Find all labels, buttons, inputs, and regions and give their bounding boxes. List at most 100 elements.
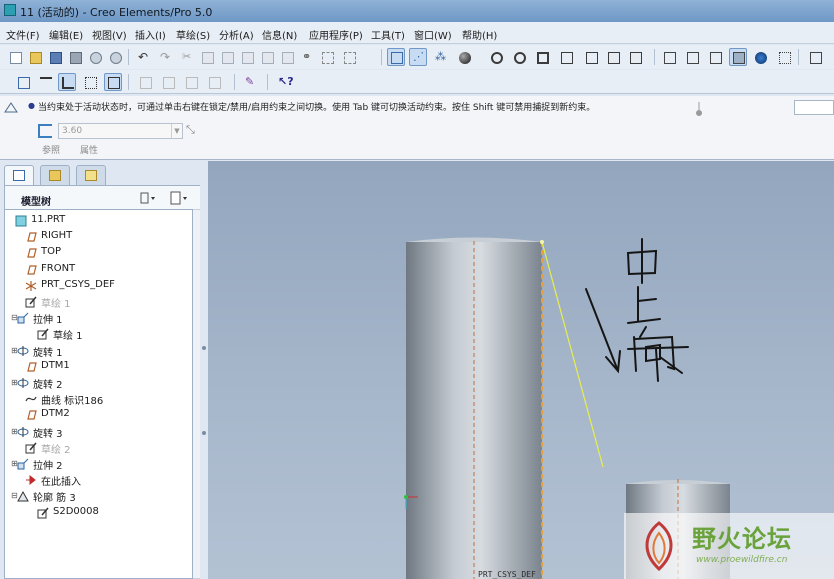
sketch-tool-button[interactable] [806,48,824,66]
vertex-display-icon [108,77,120,89]
graphics-window[interactable]: PRT_CSYS_DEF 野火论坛 www.proewildfire.cn [208,161,834,579]
datum-axes-toggle[interactable]: ⋰ [409,48,427,66]
copy-button[interactable] [198,48,216,66]
sketch-line[interactable] [541,241,604,468]
settings-dropdown[interactable] [139,191,159,205]
model-tree: 11.PRT RIGHT TOP FRONT PRT_CSYS_DEF 草绘 1 ⊟ 拉伸 1… [4,209,193,579]
enhanced-realism-button[interactable] [751,48,769,66]
appearance-button[interactable] [775,48,793,66]
sketch-vertex[interactable] [540,240,544,244]
show-dropdown[interactable] [169,191,189,205]
hidden-line-button[interactable] [683,48,701,66]
context-help-button[interactable]: ↖? [274,73,294,91]
layers-button[interactable] [604,48,622,66]
print-icon [70,52,82,64]
diag-tool-4-button[interactable] [205,73,223,91]
menu-applications[interactable]: 应用程序(P) [309,27,363,42]
dimension-display-toggle[interactable] [36,73,54,91]
menu-tools[interactable]: 工具(T) [371,27,405,42]
grid-display-toggle[interactable] [81,73,99,91]
folder-open-icon [30,52,42,64]
tab-model-tree[interactable] [4,165,34,186]
chevron-down-icon[interactable]: ▼ [171,124,182,138]
select-mode-button[interactable] [340,48,358,66]
saved-views-button[interactable] [582,48,600,66]
menu-file[interactable]: 文件(F) [6,27,40,42]
regenerate-manager-button[interactable] [278,48,296,66]
view-manager-button[interactable] [626,48,644,66]
constraint-display-toggle[interactable] [58,73,76,91]
tab-references[interactable]: 参照 [42,143,60,156]
tab-favorites[interactable] [76,165,106,185]
diag-tool-2-button[interactable] [159,73,177,91]
tree-item-label: TOP [41,246,62,258]
watermark-logo-icon [645,521,673,572]
dimension-value-input[interactable]: 3.60 ▼ [58,123,183,139]
paste-button[interactable] [218,48,236,66]
no-hidden-button[interactable] [706,48,724,66]
datum-planes-toggle[interactable] [387,48,405,66]
redo-button[interactable]: ↷ [156,48,174,66]
menu-view[interactable]: 视图(V) [92,27,127,42]
sketcher-palette-button[interactable]: ✎ [241,73,259,91]
tree-item-label: DTM2 [41,408,70,420]
flip-direction-icon[interactable]: ⤡ [186,123,195,137]
sketch-icon [25,442,37,454]
menu-insert[interactable]: 插入(I) [135,27,166,42]
cut-button[interactable]: ✂ [178,48,196,66]
datum-plane-icon [27,362,37,372]
wireframe-button[interactable] [660,48,678,66]
mail-attach-button[interactable] [106,48,124,66]
toolbar-separator [267,74,268,90]
vertex-display-toggle[interactable] [104,73,122,91]
selection-filter-button[interactable] [318,48,336,66]
reorient-icon [561,52,573,64]
tab-folder-browser[interactable] [40,165,70,185]
sketch-references-button[interactable] [14,73,32,91]
menu-window[interactable]: 窗口(W) [414,27,452,42]
menu-sketch[interactable]: 草绘(S) [176,27,210,42]
menu-help[interactable]: 帮助(H) [462,27,497,42]
diagnostic-icon [186,77,198,89]
grid-display-icon [85,77,97,89]
panel-sash[interactable] [200,161,208,579]
quick-value-field[interactable] [794,100,834,115]
reorient-button[interactable] [557,48,575,66]
display-style-button[interactable] [455,48,473,66]
print-button[interactable] [66,48,84,66]
zoom-out-button[interactable] [510,48,528,66]
view-manager-icon [630,52,642,64]
save-button[interactable] [46,48,64,66]
paste-special-button[interactable] [238,48,256,66]
diag-tool-1-button[interactable] [136,73,154,91]
regenerate-button[interactable] [258,48,276,66]
menu-analysis[interactable]: 分析(A) [219,27,254,42]
mail-button[interactable] [86,48,104,66]
datum-plane-icon [27,410,37,420]
favorites-icon [85,170,97,181]
zoom-in-button[interactable] [487,48,505,66]
datum-plane-icon [27,248,37,258]
diagnostic-icon [209,77,221,89]
shading-button[interactable] [729,48,747,66]
new-file-button[interactable] [6,48,24,66]
tree-item-label: FRONT [41,262,76,274]
toolbar-separator [128,74,129,90]
menu-info[interactable]: 信息(N) [262,27,297,42]
cylinder-body[interactable] [406,237,542,579]
tab-properties[interactable]: 属性 [80,143,98,156]
menu-edit[interactable]: 编辑(E) [49,27,83,42]
tree-item-label: 旋转 3 [33,428,63,440]
shading-sphere-icon [459,52,471,64]
find-button[interactable]: ⚭ [298,48,316,66]
tree-item-label: S2D0008 [53,505,99,517]
refit-button[interactable] [533,48,551,66]
undo-button[interactable]: ↶ [134,48,152,66]
open-button[interactable] [26,48,44,66]
main-toolbar: ↶ ↷ ✂ ⚭ ⋰ ⁂ [0,45,834,69]
extrude-icon [17,458,29,470]
diag-tool-3-button[interactable] [182,73,200,91]
datum-points-toggle[interactable]: ⁂ [431,48,449,66]
extrude-icon [17,312,29,324]
revolve-icon [17,345,29,356]
